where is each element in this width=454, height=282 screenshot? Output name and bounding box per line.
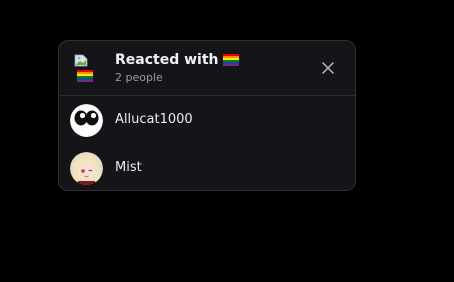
avatar [70,152,103,185]
dialog-header: Reacted with 2 people [59,41,355,96]
reaction-image-icon [74,54,93,82]
close-button[interactable] [319,59,337,77]
user-list-item[interactable]: Allucat1000 [59,98,355,144]
dialog-title-text: Reacted with [115,52,219,68]
close-icon [322,62,334,74]
rainbow-flag-icon [222,54,239,66]
avatar [70,104,103,137]
reaction-count: 2 people [115,71,163,84]
username: Mist [115,160,142,175]
dialog-title: Reacted with [115,52,239,68]
username: Allucat1000 [115,112,193,127]
reactions-dialog: Reacted with 2 people Allucat1000 Mist [58,40,356,191]
user-list-item[interactable]: Mist [59,146,355,190]
